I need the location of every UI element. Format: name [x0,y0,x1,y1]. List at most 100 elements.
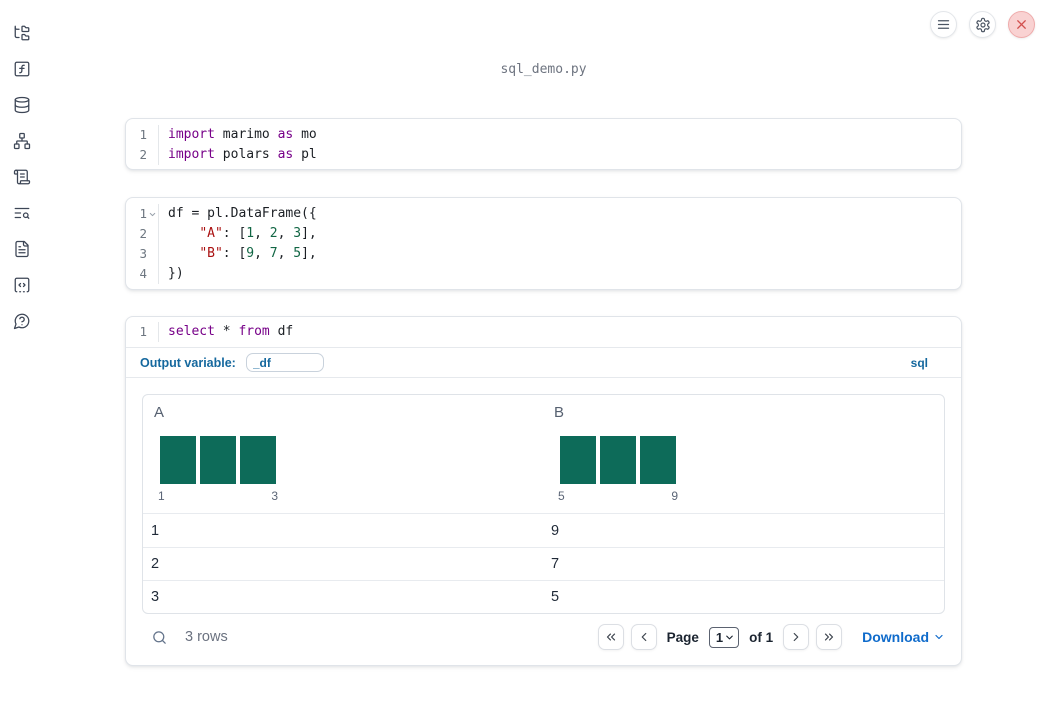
line-number: 4 [139,266,147,281]
table-output: A 1 3 B 5 9 1 9 2 7 3 5 3 rows Page 1 of… [126,378,961,660]
shutdown-button[interactable] [1008,11,1035,38]
code-token: }) [168,266,184,281]
table-cell: 3 [151,589,160,605]
line-number: 1 [139,324,147,339]
histogram-a [160,436,276,484]
code-token: ], [301,246,317,261]
chevrons-right-icon [822,630,836,644]
table-cell: 9 [551,522,560,539]
notebook-filename: sql_demo.py [500,62,587,77]
prev-page-button[interactable] [630,624,657,650]
table-row: 1 9 [143,514,944,547]
download-label: Download [862,629,929,645]
code-token: 2 [269,226,278,241]
notebook-content: sql_demo.py 1 import marimo as mo 2 impo… [125,0,962,713]
page-label: Page [666,629,699,645]
column-header-b: B 5 9 [543,395,944,513]
code-cell-imports[interactable]: 1 import marimo as mo 2 import polars as… [125,118,962,170]
code-text: "A": [1, 2, 3], [159,224,316,244]
sidebar [0,0,44,713]
table-row: 3 5 [143,580,944,613]
line-number: 1 [139,206,147,221]
line-number: 2 [139,226,147,241]
gear-icon [975,17,991,33]
code-token: as [277,147,294,162]
logs-icon[interactable] [13,168,31,186]
column-name[interactable]: B [554,404,944,421]
code-cell-dataframe[interactable]: 1 df = pl.DataFrame({ 2 "A": [1, 2, 3], … [125,197,962,290]
snippets-icon[interactable] [13,276,31,294]
code-line: 2 import polars as pl [126,145,961,165]
documentation-icon[interactable] [13,240,31,258]
code-token: "B" [199,246,223,261]
chevron-right-icon [789,630,803,644]
code-token: as [277,127,294,142]
histogram-max-label: 3 [271,489,278,503]
chevron-left-icon [637,630,651,644]
table-header-row: A 1 3 B 5 9 [143,395,944,514]
column-name[interactable]: A [154,404,543,421]
code-line: 3 "B": [9, 7, 5], [126,244,961,264]
code-token: pl [293,147,317,162]
table-row: 2 7 [143,547,944,580]
histogram-b [560,436,676,484]
pagination: Page 1 of 1 Download [597,624,945,650]
chevron-down-icon [724,632,735,643]
code-line: 1 df = pl.DataFrame({ [126,204,961,224]
code-text: select * from df [159,322,293,342]
search-icon[interactable] [151,629,168,646]
file-explorer-icon[interactable] [13,24,31,42]
code-token: select [168,324,215,339]
code-token: df [269,324,294,339]
data-table: A 1 3 B 5 9 1 9 2 7 3 5 [142,394,945,614]
histogram-max-label: 9 [671,489,678,503]
dependency-graph-icon[interactable] [13,132,31,150]
last-page-button[interactable] [816,624,843,650]
histogram-bar [640,436,676,484]
sql-cell: 1 select * from df Output variable: sql … [125,316,962,666]
datasources-icon[interactable] [13,96,31,114]
sql-editor[interactable]: 1 select * from df [126,317,961,348]
help-icon[interactable] [13,312,31,330]
code-line: 4 }) [126,264,961,284]
outline-search-icon[interactable] [13,204,31,222]
table-cell: 7 [551,556,560,572]
code-token: : [ [222,226,247,241]
first-page-button[interactable] [597,624,624,650]
histogram-bar [200,436,236,484]
column-header-a: A 1 3 [143,395,543,513]
download-button[interactable]: Download [862,629,945,645]
code-token: polars [214,147,278,162]
code-text: "B": [9, 7, 5], [159,244,317,264]
page-of-label: of 1 [749,629,774,645]
line-number: 3 [139,246,147,261]
code-token: from [238,324,270,339]
output-variable-row: Output variable: sql [126,348,961,378]
code-token: , [254,226,270,241]
variables-icon[interactable] [13,60,31,78]
code-line: 1 import marimo as mo [126,125,961,145]
next-page-button[interactable] [783,624,810,650]
histogram-min-label: 5 [558,489,565,503]
code-token: : [ [222,246,247,261]
table-cell: 1 [151,522,160,539]
output-variable-label: Output variable: [140,355,236,370]
code-token: , [254,246,270,261]
code-text: }) [159,264,184,284]
page-select-value: 1 [715,629,724,645]
code-token: 9 [246,246,255,261]
table-cell: 2 [151,556,160,572]
code-token: import [168,147,215,162]
page-select[interactable]: 1 [708,626,740,648]
code-token: marimo [214,127,278,142]
table-cell: 5 [551,589,560,605]
code-token: 3 [293,226,302,241]
line-number: 1 [139,127,147,142]
settings-button[interactable] [969,11,996,38]
fold-chevron-icon[interactable] [147,204,158,224]
output-variable-input[interactable] [245,353,324,372]
histogram-bar [560,436,596,484]
row-count: 3 rows [185,629,228,645]
code-token: "A" [199,226,223,241]
